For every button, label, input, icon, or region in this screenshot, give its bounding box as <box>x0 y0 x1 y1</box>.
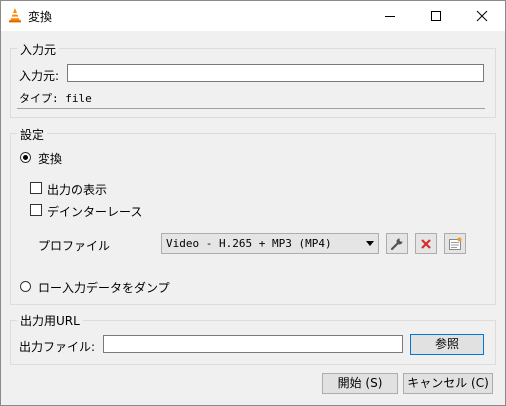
minimize-icon <box>385 16 395 17</box>
dump-raw-label[interactable]: ロー入力データをダンプ <box>38 279 170 296</box>
source-input[interactable] <box>67 64 484 82</box>
vlc-cone-icon <box>9 8 21 23</box>
convert-radio-label[interactable]: 変換 <box>38 150 62 167</box>
close-button[interactable] <box>459 1 505 31</box>
source-type-label: タイプ: file <box>19 92 92 105</box>
convert-radio[interactable] <box>20 152 31 163</box>
cancel-button[interactable]: キャンセル (C) <box>403 373 493 394</box>
source-group-label: 入力元 <box>17 41 60 58</box>
profile-select-value: Video - H.265 + MP3 (MP4) <box>166 237 332 250</box>
show-output-checkbox[interactable] <box>30 182 42 194</box>
new-profile-button[interactable] <box>444 233 466 254</box>
convert-dialog: 変換 入力元 入力元: タイプ: file 設定 変換 出力の表示 デインターレ… <box>0 0 506 406</box>
window-title: 変換 <box>28 10 53 24</box>
source-input-label: 入力元: <box>19 69 60 83</box>
show-output-label[interactable]: 出力の表示 <box>47 181 107 198</box>
deinterlace-checkbox[interactable] <box>30 204 42 216</box>
settings-group-label: 設定 <box>17 126 48 143</box>
maximize-icon <box>431 11 441 21</box>
minimize-button[interactable] <box>367 1 413 31</box>
profile-select[interactable]: Video - H.265 + MP3 (MP4) <box>161 233 379 254</box>
output-file-input[interactable] <box>103 335 403 353</box>
source-divider <box>17 108 485 109</box>
title-bar[interactable]: 変換 <box>1 1 505 31</box>
close-icon <box>476 10 488 22</box>
profile-label: プロファイル <box>38 239 111 253</box>
edit-profile-button[interactable] <box>386 233 408 254</box>
chevron-down-icon <box>366 241 374 246</box>
dump-raw-radio[interactable] <box>20 281 31 292</box>
maximize-button[interactable] <box>413 1 459 31</box>
start-button[interactable]: 開始 (S) <box>322 373 398 394</box>
output-group-label: 出力用URL <box>17 312 83 329</box>
new-profile-icon <box>449 237 462 250</box>
deinterlace-label[interactable]: デインターレース <box>47 203 142 220</box>
output-file-label: 出力ファイル: <box>19 340 96 354</box>
wrench-icon <box>390 238 403 250</box>
delete-profile-button[interactable] <box>415 233 437 254</box>
delete-icon <box>421 238 431 249</box>
browse-button[interactable]: 参照 <box>410 334 484 355</box>
